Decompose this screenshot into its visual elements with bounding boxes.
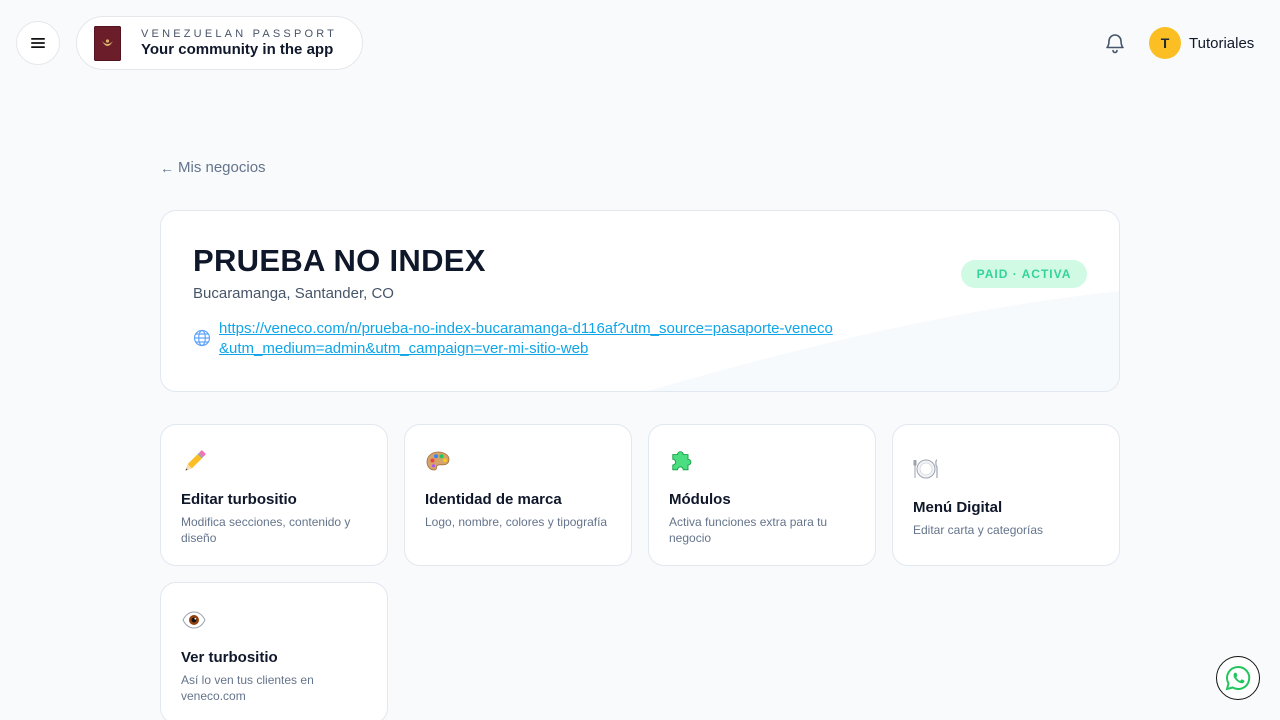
tile-title: Identidad de marca [425, 491, 562, 508]
tile-description: Así lo ven tus clientes en veneco.com [181, 673, 314, 703]
user-name: Tutoriales [1189, 34, 1255, 52]
pencil-icon [185, 450, 206, 471]
eye-icon [182, 611, 206, 629]
globe-icon [193, 329, 211, 347]
tile-title: Editar turbositio [181, 491, 297, 508]
business-name: PRUEBA NO INDEX [193, 243, 486, 278]
passport-logo-icon [94, 25, 121, 61]
brand-kicker: VENEZUELAN PASSPORT [141, 28, 338, 40]
back-link-label: Mis negocios [178, 159, 266, 176]
back-link[interactable]: ← Mis negocios [160, 159, 266, 176]
tile-ver-turbositio[interactable]: Ver turbositio Así lo ven tus clientes e… [160, 582, 388, 720]
whatsapp-button[interactable] [1216, 656, 1260, 700]
status-badge: PAID · ACTIVA [961, 260, 1087, 288]
tile-title: Ver turbositio [181, 649, 278, 666]
menu-button[interactable] [16, 21, 60, 65]
tile-menu-digital[interactable]: Menú Digital Editar carta y categorías [892, 424, 1120, 566]
tile-description: Editar carta y categorías [913, 523, 1044, 537]
brand-pill[interactable]: VENEZUELAN PASSPORT Your community in th… [76, 16, 363, 70]
palette-icon [426, 451, 450, 471]
whatsapp-icon [1225, 665, 1251, 691]
tile-title: Módulos [669, 491, 731, 508]
business-location: Bucaramanga, Santander, CO [193, 285, 394, 302]
tile-title: Menú Digital [913, 499, 1003, 516]
arrow-left-icon: ← [160, 159, 174, 176]
user-menu[interactable]: T Tutoriales [1149, 27, 1254, 59]
puzzle-icon [672, 451, 692, 471]
plate-icon [913, 459, 938, 479]
tile-description: Activa funciones extra para tu negocio [669, 515, 828, 545]
business-card: PRUEBA NO INDEX Bucaramanga, Santander, … [160, 210, 1120, 392]
avatar: T [1149, 27, 1181, 59]
tile-description: Modifica secciones, contenido y diseño [181, 515, 351, 545]
brand-title: Your community in the app [141, 41, 334, 58]
business-site-link[interactable]: https://veneco.com/n/prueba-no-index-buc… [219, 319, 839, 359]
tile-identidad-de-marca[interactable]: Identidad de marca Logo, nombre, colores… [404, 424, 632, 566]
tile-description: Logo, nombre, colores y tipografía [425, 515, 608, 529]
tile-modulos[interactable]: Módulos Activa funciones extra para tu n… [648, 424, 876, 566]
notifications-bell-icon[interactable] [1103, 31, 1127, 55]
tile-editar-turbositio[interactable]: Editar turbositio Modifica secciones, co… [160, 424, 388, 566]
hamburger-icon [31, 38, 45, 48]
